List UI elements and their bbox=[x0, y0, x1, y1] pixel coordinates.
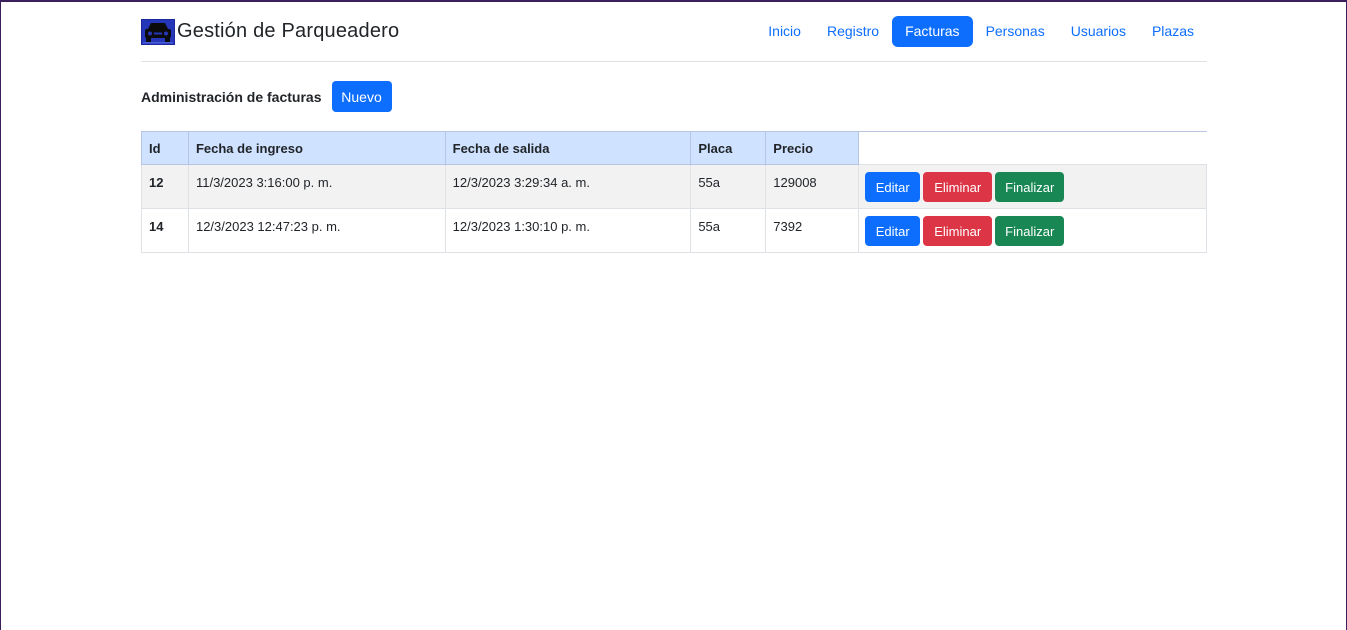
row-actions: Editar Eliminar Finalizar bbox=[865, 216, 1200, 246]
nav-item-personas[interactable]: Personas bbox=[973, 16, 1058, 47]
cell-salida: 12/3/2023 3:29:34 a. m. bbox=[444, 164, 692, 209]
cell-placa: 55a bbox=[690, 208, 767, 253]
cell-ingreso: 12/3/2023 12:47:23 p. m. bbox=[187, 208, 446, 253]
main-nav: Inicio Registro Facturas Personas Usuari… bbox=[755, 16, 1207, 47]
invoices-table: Id Fecha de ingreso Fecha de salida Plac… bbox=[141, 131, 1207, 253]
cell-salida: 12/3/2023 1:30:10 p. m. bbox=[444, 208, 692, 253]
delete-button[interactable]: Eliminar bbox=[923, 172, 993, 202]
cell-ingreso: 11/3/2023 3:16:00 p. m. bbox=[187, 164, 446, 209]
row-actions: Editar Eliminar Finalizar bbox=[865, 172, 1200, 202]
column-header-ingreso: Fecha de ingreso bbox=[187, 131, 446, 165]
column-header-actions bbox=[858, 131, 1207, 165]
cell-actions: Editar Eliminar Finalizar bbox=[858, 164, 1207, 209]
page-title: Administración de facturas bbox=[141, 88, 322, 105]
car-icon bbox=[141, 18, 175, 45]
cell-actions: Editar Eliminar Finalizar bbox=[858, 208, 1207, 253]
table-row: 12 11/3/2023 3:16:00 p. m. 12/3/2023 3:2… bbox=[141, 164, 1207, 209]
cell-id: 14 bbox=[141, 208, 189, 253]
column-header-precio: Precio bbox=[765, 131, 860, 165]
finish-button[interactable]: Finalizar bbox=[995, 216, 1065, 246]
admin-bar: Administración de facturas Nuevo bbox=[141, 81, 1207, 112]
cell-precio: 7392 bbox=[765, 208, 860, 253]
edit-button[interactable]: Editar bbox=[865, 172, 921, 202]
cell-id: 12 bbox=[141, 164, 189, 209]
column-header-placa: Placa bbox=[690, 131, 767, 165]
new-invoice-button[interactable]: Nuevo bbox=[331, 81, 392, 112]
top-navbar: Gestión de Parqueadero Inicio Registro F… bbox=[141, 2, 1207, 62]
nav-item-registro[interactable]: Registro bbox=[814, 16, 892, 47]
table-row: 14 12/3/2023 12:47:23 p. m. 12/3/2023 1:… bbox=[141, 208, 1207, 253]
nav-item-facturas[interactable]: Facturas bbox=[892, 16, 973, 47]
page-container: Gestión de Parqueadero Inicio Registro F… bbox=[141, 2, 1207, 253]
delete-button[interactable]: Eliminar bbox=[923, 216, 993, 246]
table-header-row: Id Fecha de ingreso Fecha de salida Plac… bbox=[141, 131, 1207, 165]
nav-item-usuarios[interactable]: Usuarios bbox=[1058, 16, 1139, 47]
cell-precio: 129008 bbox=[765, 164, 860, 209]
brand-title: Gestión de Parqueadero bbox=[177, 20, 400, 42]
finish-button[interactable]: Finalizar bbox=[995, 172, 1065, 202]
nav-item-plazas[interactable]: Plazas bbox=[1139, 16, 1207, 47]
cell-placa: 55a bbox=[690, 164, 767, 209]
column-header-salida: Fecha de salida bbox=[444, 131, 692, 165]
nav-item-inicio[interactable]: Inicio bbox=[755, 16, 814, 47]
edit-button[interactable]: Editar bbox=[865, 216, 921, 246]
brand[interactable]: Gestión de Parqueadero bbox=[141, 18, 400, 45]
column-header-id: Id bbox=[141, 131, 189, 165]
